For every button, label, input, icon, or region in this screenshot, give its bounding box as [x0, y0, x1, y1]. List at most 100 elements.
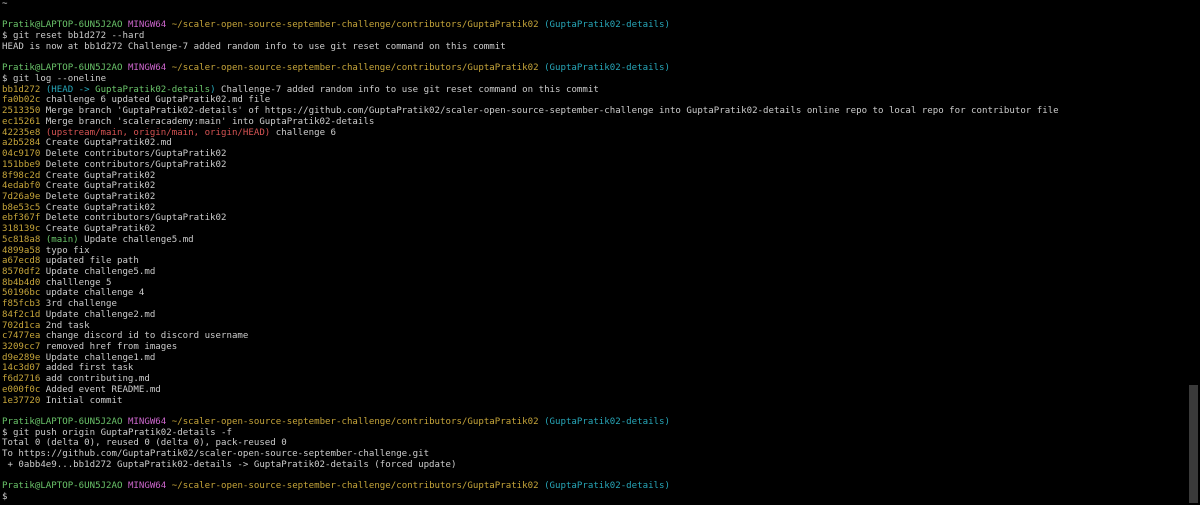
- command-git-log-text: git log --oneline: [12, 74, 107, 85]
- commit-message: Create GuptaPratik02: [40, 170, 156, 181]
- prompt-branch: (GuptaPratik02-details): [544, 20, 670, 31]
- log-entry: ec15261 Merge branch 'scaleracademy:main…: [2, 117, 1182, 128]
- commit-hash: 4899a58: [2, 245, 41, 256]
- commit-message: challlenge 5: [40, 277, 112, 288]
- log-entry: 8570df2 Update challenge5.md: [2, 267, 1182, 278]
- commit-message: Delete contributors/GuptaPratik02: [40, 149, 227, 160]
- log-entry: f6d2716 add contributing.md: [2, 374, 1182, 385]
- scrollbar[interactable]: [1186, 0, 1200, 505]
- command-git-reset-text: git reset bb1d272 --hard: [12, 31, 145, 42]
- output-line: Total 0 (delta 0), reused 0 (delta 0), p…: [2, 438, 1182, 449]
- commit-message: update challenge 4: [40, 288, 145, 299]
- prompt-symbol: $: [2, 492, 8, 503]
- prompt-user-host: Pratik@LAPTOP-6UN5J2AO: [2, 20, 123, 31]
- commit-hash: 3209cc7: [2, 342, 41, 352]
- commit-message: change discord id to discord username: [40, 331, 249, 342]
- commit-message: Create GuptaPratik02.md: [40, 138, 172, 149]
- ref-current-branch: GuptaPratik02-details: [95, 84, 211, 95]
- push-output: Total 0 (delta 0), reused 0 (delta 0), p…: [2, 438, 287, 449]
- log-entry: 8f98c2d Create GuptaPratik02: [2, 171, 1182, 182]
- prompt-user-host: Pratik@LAPTOP-6UN5J2AO: [2, 417, 123, 428]
- commit-message: Update challenge5.md: [40, 266, 156, 277]
- commit-hash: 50196bc: [2, 288, 41, 299]
- log-entry: 04c9170 Delete contributors/GuptaPratik0…: [2, 149, 1182, 160]
- prompt-system: MINGW64: [127, 20, 167, 31]
- commit-message: Merge branch 'scaleracademy:main' into G…: [40, 116, 375, 127]
- prompt-line: Pratik@LAPTOP-6UN5J2AO MINGW64 ~/scaler-…: [2, 417, 1182, 428]
- log-entry: f85fcb3 3rd challenge: [2, 299, 1182, 310]
- prompt-line: Pratik@LAPTOP-6UN5J2AO MINGW64 ~/scaler-…: [2, 20, 1182, 31]
- command-git-push-text: git push origin GuptaPratik02-details -f: [12, 427, 232, 438]
- log-entry: 2513350 Merge branch 'GuptaPratik02-deta…: [2, 106, 1182, 117]
- commit-hash: 8570df2: [2, 266, 41, 277]
- output-line: To https://github.com/GuptaPratik02/scal…: [2, 449, 1182, 460]
- prompt-system: MINGW64: [127, 481, 167, 492]
- output-line: + 0abb4e9...bb1d272 GuptaPratik02-detail…: [2, 460, 1182, 471]
- prompt-branch: (GuptaPratik02-details): [544, 63, 670, 74]
- log-entry: a67ecd8 updated file path: [2, 256, 1182, 267]
- log-entry: 4899a58 typo fix: [2, 246, 1182, 257]
- scrollbar-thumb[interactable]: [1189, 385, 1198, 503]
- log-entry: 50196bc update challenge 4: [2, 288, 1182, 299]
- commit-message: add contributing.md: [40, 374, 150, 385]
- commit-message: Update challenge1.md: [40, 352, 156, 363]
- commit-hash: e000f0c: [2, 384, 41, 395]
- prompt-user-host: Pratik@LAPTOP-6UN5J2AO: [2, 63, 123, 74]
- log-entry: 1e37720 Initial commit: [2, 396, 1182, 407]
- commit-message: 3rd challenge: [40, 299, 117, 310]
- prompt-system: MINGW64: [127, 417, 167, 428]
- log-entry: a2b5284 Create GuptaPratik02.md: [2, 138, 1182, 149]
- log-entry: 84f2c1d Update challenge2.md: [2, 310, 1182, 321]
- commit-message: challenge 6 updated GuptaPratik02.md fil…: [40, 95, 271, 106]
- ref-remotes: (upstream/main, origin/main, origin/HEAD…: [45, 127, 271, 138]
- commit-hash: 702d1ca: [2, 320, 41, 331]
- prompt-line: Pratik@LAPTOP-6UN5J2AO MINGW64 ~/scaler-…: [2, 481, 1182, 492]
- commit-message: updated file path: [40, 256, 139, 267]
- commit-hash: f6d2716: [2, 374, 41, 385]
- prompt-symbol: $: [2, 31, 8, 42]
- commit-hash: 14c3d07: [2, 363, 41, 374]
- commit-message: 2nd task: [40, 320, 90, 331]
- log-entry: 42235e8 (upstream/main, origin/main, ori…: [2, 128, 1182, 139]
- commit-message: Merge branch 'GuptaPratik02-details' of …: [40, 106, 1059, 117]
- prompt-line: Pratik@LAPTOP-6UN5J2AO MINGW64 ~/scaler-…: [2, 63, 1182, 74]
- command-git-reset: $ git reset bb1d272 --hard: [2, 31, 1182, 42]
- commit-hash: 151bbe9: [2, 159, 41, 170]
- commit-hash: bb1d272: [2, 84, 41, 95]
- commit-hash: 84f2c1d: [2, 309, 41, 320]
- command-git-push: $ git push origin GuptaPratik02-details …: [2, 428, 1182, 439]
- commit-message: Delete contributors/GuptaPratik02: [40, 213, 227, 224]
- log-entry: 3209cc7 removed href from images: [2, 342, 1182, 353]
- log-entry: 7d26a9e Delete GuptaPratik02: [2, 192, 1182, 203]
- commit-hash: 8f98c2d: [2, 170, 41, 181]
- ref-main: (main): [45, 234, 79, 245]
- commit-hash: d9e289e: [2, 352, 41, 363]
- prompt-symbol: $: [2, 427, 8, 438]
- log-entry: 8b4b4d0 challlenge 5: [2, 278, 1182, 289]
- prompt-path: ~/scaler-open-source-september-challenge…: [171, 481, 539, 492]
- commit-message: Delete GuptaPratik02: [40, 191, 156, 202]
- terminal-output[interactable]: ~ Pratik@LAPTOP-6UN5J2AO MINGW64 ~/scaler…: [2, 0, 1182, 503]
- prompt-branch: (GuptaPratik02-details): [544, 481, 670, 492]
- log-entry: 4edabf0 Create GuptaPratik02: [2, 181, 1182, 192]
- commit-hash: 42235e8: [2, 127, 41, 138]
- commit-hash: 1e37720: [2, 395, 41, 406]
- commit-message: challenge 6: [270, 127, 336, 138]
- commit-hash: ebf367f: [2, 213, 41, 224]
- log-entry: b8e53c5 Create GuptaPratik02: [2, 203, 1182, 214]
- terminal-window[interactable]: ~ Pratik@LAPTOP-6UN5J2AO MINGW64 ~/scaler…: [0, 0, 1200, 505]
- log-entry: fa0b02c challenge 6 updated GuptaPratik0…: [2, 95, 1182, 106]
- commit-hash: c7477ea: [2, 331, 41, 342]
- commit-hash: 8b4b4d0: [2, 277, 41, 288]
- commit-message: Create GuptaPratik02: [40, 181, 156, 192]
- output-line: HEAD is now at bb1d272 Challenge-7 added…: [2, 42, 1182, 53]
- reset-output: HEAD is now at bb1d272 Challenge-7 added…: [2, 41, 506, 52]
- log-entry: 5c818a8 (main) Update challenge5.md: [2, 235, 1182, 246]
- commit-message: Update challenge5.md: [78, 234, 194, 245]
- prompt-symbol: $: [2, 74, 8, 85]
- commit-hash: 7d26a9e: [2, 191, 41, 202]
- push-output: + 0abb4e9...bb1d272 GuptaPratik02-detail…: [2, 459, 457, 470]
